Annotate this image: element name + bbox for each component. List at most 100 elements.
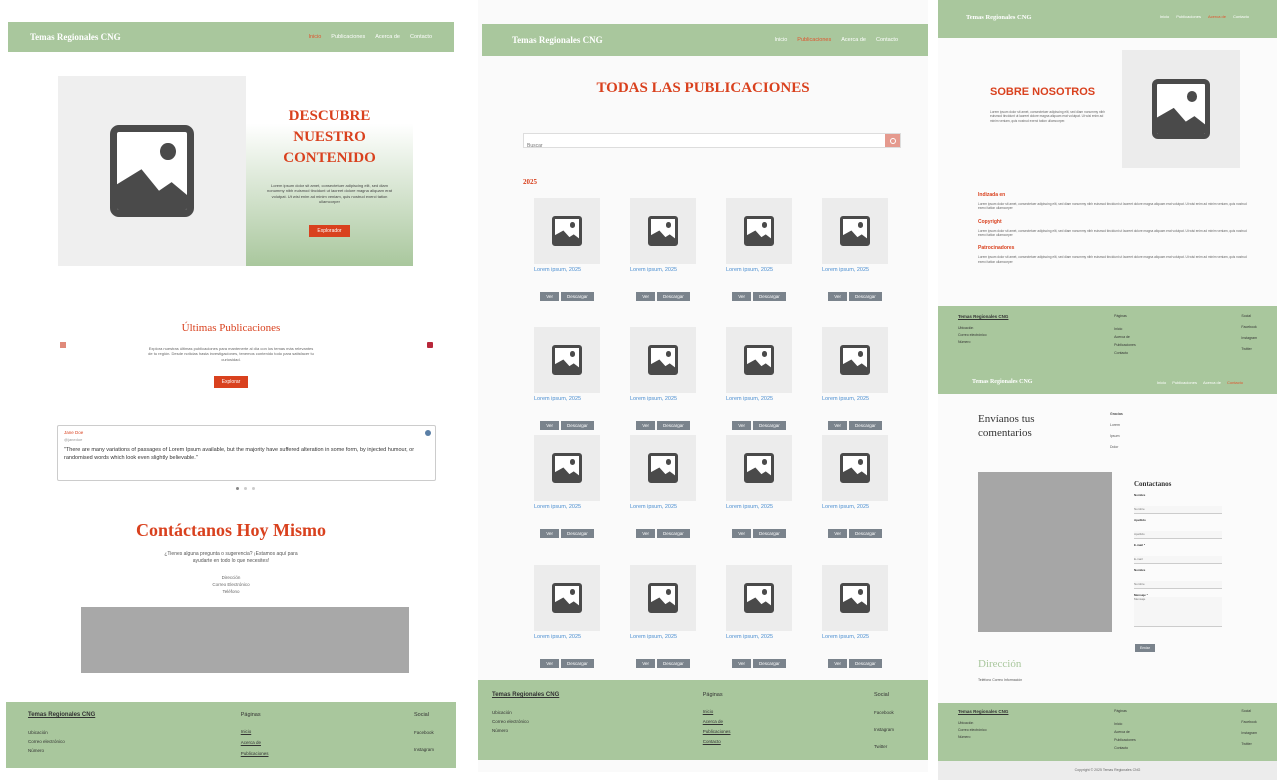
- send-button[interactable]: Enviar: [1135, 644, 1155, 652]
- publication-view-button[interactable]: Ver: [732, 659, 751, 668]
- publication-title[interactable]: Lorem ipsum, 2025: [822, 634, 888, 640]
- publication-title[interactable]: Lorem ipsum, 2025: [822, 267, 888, 273]
- pubs-footer-twitter[interactable]: Twitter: [874, 744, 894, 749]
- publication-thumbnail[interactable]: [534, 435, 600, 501]
- side-list-item-1[interactable]: Lorem: [1110, 423, 1123, 427]
- footer-social-facebook[interactable]: Facebook: [414, 730, 434, 735]
- publication-download-button[interactable]: Descargar: [561, 421, 594, 430]
- publication-title[interactable]: Lorem ipsum, 2025: [534, 504, 600, 510]
- contact-footer-facebook[interactable]: Facebook: [1241, 720, 1257, 724]
- about-brand-logo[interactable]: Temas Regionales CNG: [966, 14, 1031, 21]
- about-footer-page-inicio[interactable]: Inicio: [1114, 327, 1136, 331]
- form-field-input[interactable]: [1134, 530, 1222, 539]
- publication-view-button[interactable]: Ver: [636, 421, 655, 430]
- publication-title[interactable]: Lorem ipsum, 2025: [630, 267, 696, 273]
- pubs-footer-instagram[interactable]: Instagram: [874, 727, 894, 732]
- publication-view-button[interactable]: Ver: [828, 421, 847, 430]
- publication-download-button[interactable]: Descargar: [753, 529, 786, 538]
- nav-acerca[interactable]: Acerca de: [375, 34, 400, 40]
- publication-view-button[interactable]: Ver: [732, 421, 751, 430]
- message-textarea[interactable]: [1134, 597, 1222, 627]
- footer-page-inicio[interactable]: Inicio: [241, 729, 269, 734]
- publication-title[interactable]: Lorem ipsum, 2025: [822, 396, 888, 402]
- publication-view-button[interactable]: Ver: [636, 292, 655, 301]
- publication-title[interactable]: Lorem ipsum, 2025: [726, 634, 792, 640]
- publication-title[interactable]: Lorem ipsum, 2025: [630, 634, 696, 640]
- nav-publicaciones[interactable]: Publicaciones: [331, 34, 365, 40]
- about-footer-page-acerca[interactable]: Acerca de: [1114, 335, 1136, 339]
- publication-thumbnail[interactable]: [630, 198, 696, 264]
- pubs-footer-page-acerca[interactable]: Acerca de: [703, 719, 731, 724]
- contact-footer-page-contacto[interactable]: Contacto: [1114, 746, 1136, 750]
- publication-thumbnail[interactable]: [534, 565, 600, 631]
- publication-title[interactable]: Lorem ipsum, 2025: [726, 396, 792, 402]
- contact-nav-publicaciones[interactable]: Publicaciones: [1172, 380, 1197, 385]
- search-icon[interactable]: [885, 134, 900, 147]
- about-footer-page-contacto[interactable]: Contacto: [1114, 351, 1136, 355]
- publication-view-button[interactable]: Ver: [540, 292, 559, 301]
- pubs-nav-inicio[interactable]: Inicio: [774, 37, 787, 43]
- about-footer-twitter[interactable]: Twitter: [1241, 347, 1257, 351]
- hero-explore-button[interactable]: Explorador: [309, 224, 350, 237]
- publication-download-button[interactable]: Descargar: [561, 292, 594, 301]
- contact-footer-instagram[interactable]: Instagram: [1241, 731, 1257, 735]
- publication-title[interactable]: Lorem ipsum, 2025: [534, 267, 600, 273]
- publication-thumbnail[interactable]: [822, 435, 888, 501]
- carousel-next-icon[interactable]: [427, 342, 433, 348]
- about-footer-page-publicaciones[interactable]: Publicaciones: [1114, 343, 1136, 347]
- publication-thumbnail[interactable]: [534, 327, 600, 393]
- about-nav-contacto[interactable]: Contacto: [1233, 14, 1249, 19]
- footer-page-acerca[interactable]: Acerca de: [241, 740, 269, 745]
- side-list-item-3[interactable]: Dolor: [1110, 445, 1123, 449]
- about-nav-acerca[interactable]: Acerca de: [1208, 14, 1226, 19]
- publication-thumbnail[interactable]: [726, 198, 792, 264]
- publication-view-button[interactable]: Ver: [828, 292, 847, 301]
- publication-title[interactable]: Lorem ipsum, 2025: [630, 504, 696, 510]
- contact-nav-acerca[interactable]: Acerca de: [1203, 380, 1221, 385]
- publication-title[interactable]: Lorem ipsum, 2025: [534, 634, 600, 640]
- nav-contacto[interactable]: Contacto: [410, 34, 432, 40]
- contact-nav-contacto[interactable]: Contacto: [1227, 380, 1243, 385]
- publication-download-button[interactable]: Descargar: [657, 659, 690, 668]
- publication-view-button[interactable]: Ver: [540, 659, 559, 668]
- publication-thumbnail[interactable]: [726, 565, 792, 631]
- publication-download-button[interactable]: Descargar: [657, 529, 690, 538]
- publication-download-button[interactable]: Descargar: [849, 421, 882, 430]
- latest-explore-button[interactable]: Explorar: [213, 376, 249, 389]
- publication-view-button[interactable]: Ver: [732, 292, 751, 301]
- side-list-item-2[interactable]: Ipsum: [1110, 434, 1123, 438]
- about-footer-facebook[interactable]: Facebook: [1241, 325, 1257, 329]
- pubs-footer-page-inicio[interactable]: Inicio: [703, 709, 731, 714]
- publication-thumbnail[interactable]: [726, 327, 792, 393]
- pubs-footer-facebook[interactable]: Facebook: [874, 710, 894, 715]
- form-field-input[interactable]: [1134, 580, 1222, 589]
- carousel-dot-3[interactable]: [252, 487, 255, 490]
- publication-thumbnail[interactable]: [822, 198, 888, 264]
- about-footer-brand[interactable]: Temas Regionales CNG: [958, 314, 1008, 319]
- contact-footer-twitter[interactable]: Twitter: [1241, 742, 1257, 746]
- publication-download-button[interactable]: Descargar: [753, 659, 786, 668]
- contact-brand-logo[interactable]: Temas Regionales CNG: [972, 379, 1032, 385]
- publication-view-button[interactable]: Ver: [540, 421, 559, 430]
- publication-view-button[interactable]: Ver: [732, 529, 751, 538]
- pubs-nav-publicaciones[interactable]: Publicaciones: [797, 37, 831, 43]
- publication-download-button[interactable]: Descargar: [561, 659, 594, 668]
- publication-title[interactable]: Lorem ipsum, 2025: [534, 396, 600, 402]
- publication-thumbnail[interactable]: [630, 327, 696, 393]
- publication-download-button[interactable]: Descargar: [561, 529, 594, 538]
- publication-download-button[interactable]: Descargar: [849, 659, 882, 668]
- about-nav-inicio[interactable]: Inicio: [1160, 14, 1169, 19]
- publication-title[interactable]: Lorem ipsum, 2025: [822, 504, 888, 510]
- brand-logo[interactable]: Temas Regionales CNG: [30, 32, 121, 42]
- contact-footer-page-acerca[interactable]: Acerca de: [1114, 730, 1136, 734]
- pubs-footer-page-contacto[interactable]: Contacto: [703, 739, 731, 744]
- pubs-search-input[interactable]: [524, 139, 864, 153]
- nav-inicio[interactable]: Inicio: [308, 34, 321, 40]
- form-field-input[interactable]: [1134, 505, 1222, 514]
- publication-thumbnail[interactable]: [630, 435, 696, 501]
- publication-download-button[interactable]: Descargar: [753, 421, 786, 430]
- pubs-brand-logo[interactable]: Temas Regionales CNG: [512, 35, 603, 45]
- pubs-footer-brand[interactable]: Temas Regionales CNG: [492, 692, 559, 698]
- publication-download-button[interactable]: Descargar: [657, 421, 690, 430]
- about-footer-instagram[interactable]: Instagram: [1241, 336, 1257, 340]
